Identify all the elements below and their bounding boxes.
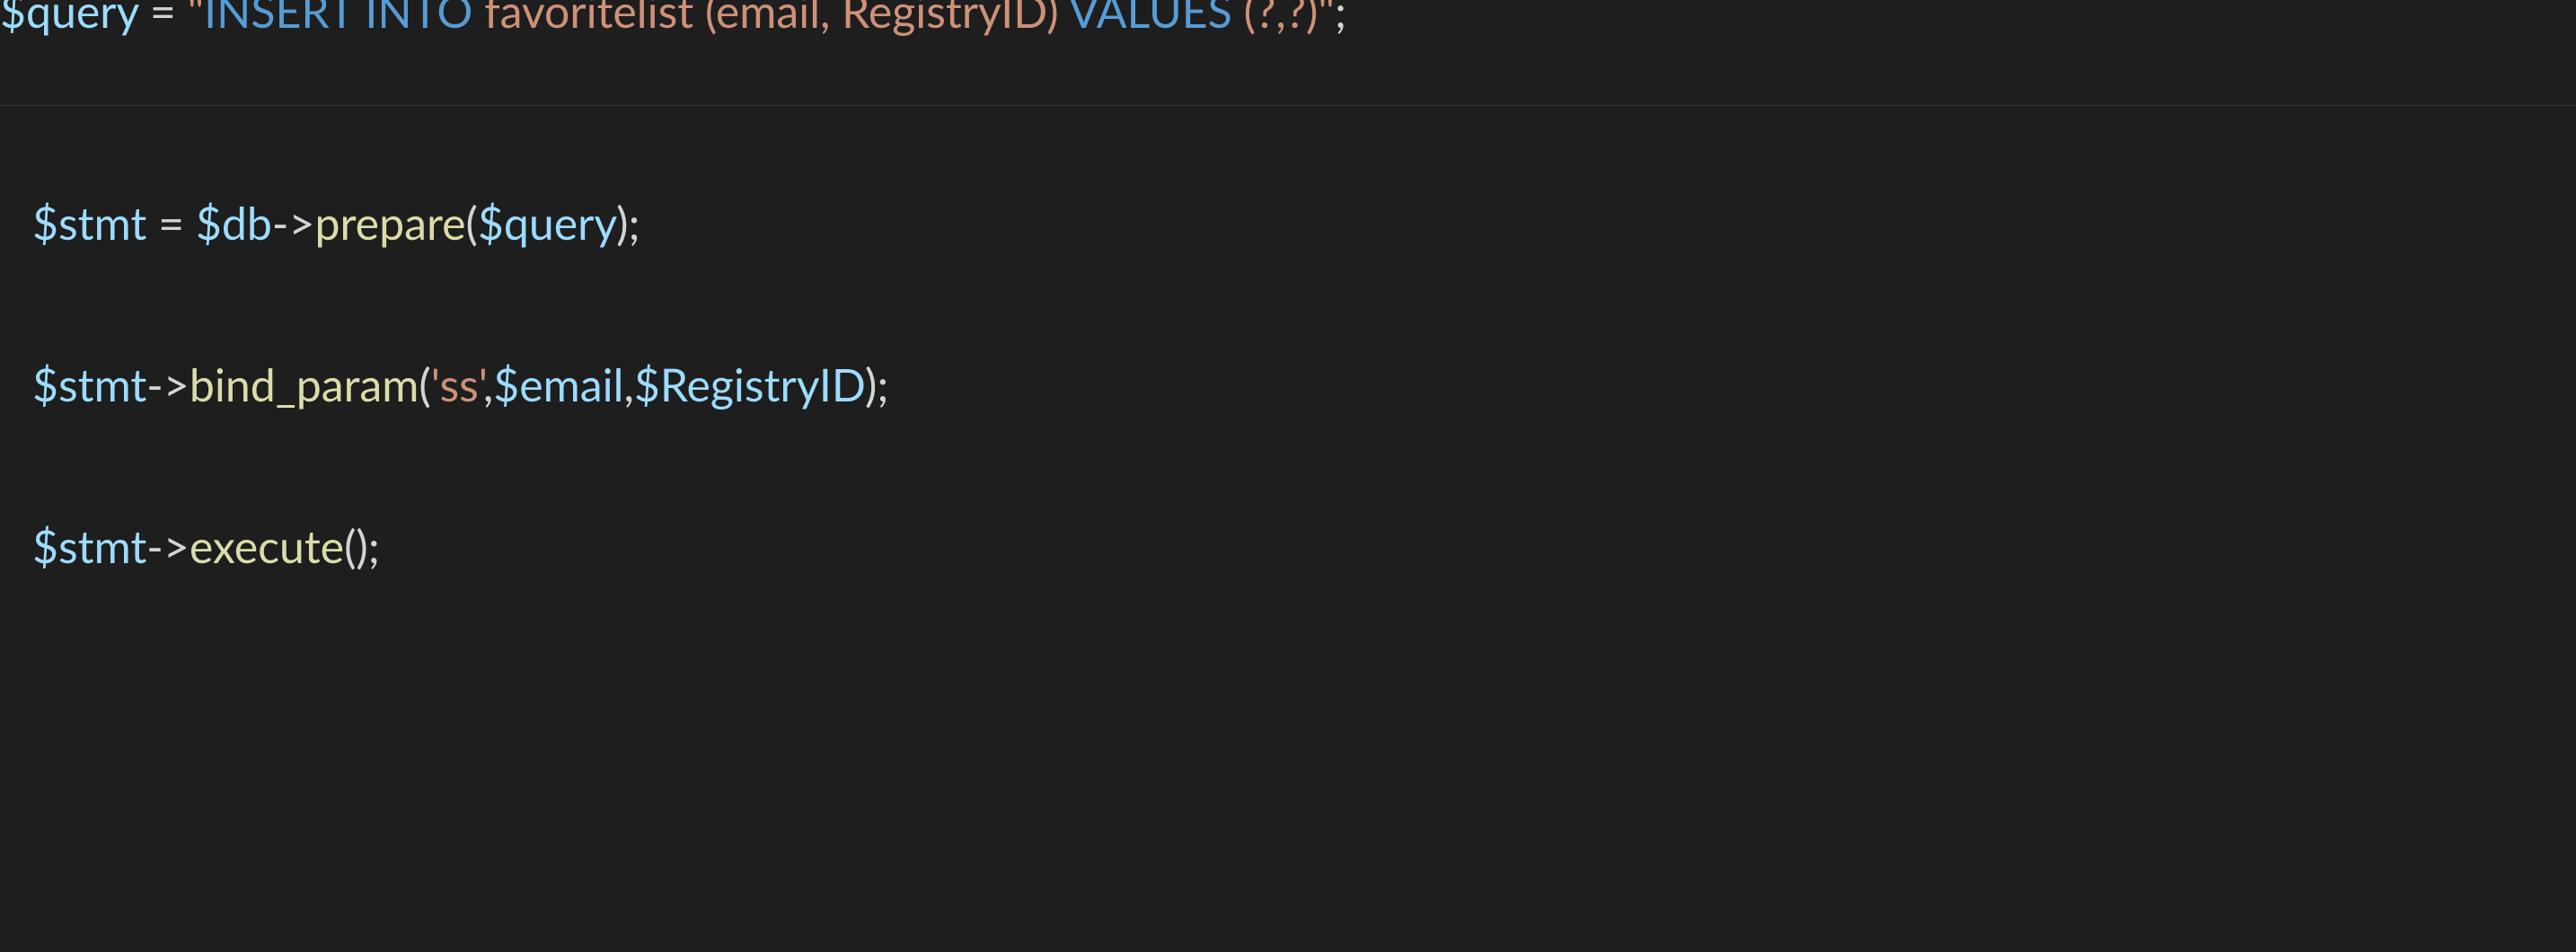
string-ss: 'ss'	[431, 357, 483, 411]
variable-query: $query	[0, 0, 138, 38]
paren-close: )	[356, 519, 367, 573]
semicolon: ;	[1335, 0, 1346, 38]
variable-email: $email	[493, 357, 623, 411]
string-open-quote: "	[188, 0, 205, 38]
operator-assign: =	[138, 0, 188, 38]
code-block-top: $query = "INSERT INTO favoritelist (emai…	[0, 0, 2576, 106]
operator-arrow: ->	[272, 196, 315, 250]
operator-arrow: ->	[146, 357, 190, 411]
string-tail: (?,?)	[1232, 0, 1319, 38]
paren-close: )	[616, 196, 628, 250]
paren-open: (	[466, 196, 478, 250]
semicolon: ;	[877, 357, 888, 411]
operator-assign: =	[146, 196, 196, 250]
keyword-insert-into: INSERT INTO	[204, 0, 472, 38]
operator-arrow: ->	[146, 519, 190, 573]
string-close-quote: "	[1318, 0, 1335, 38]
code-line-1: $query = "INSERT INTO favoritelist (emai…	[0, 0, 1346, 38]
variable-query-arg: $query	[478, 196, 616, 250]
variable-db: $db	[196, 196, 272, 250]
semicolon: ;	[628, 196, 640, 250]
paren-close: )	[865, 357, 877, 411]
variable-stmt: $stmt	[32, 196, 146, 250]
semicolon: ;	[368, 519, 380, 573]
variable-stmt: $stmt	[32, 357, 146, 411]
function-bind-param: bind_param	[190, 357, 419, 411]
variable-registry-id: $RegistryID	[634, 357, 865, 411]
code-block-bottom: $stmt = $db->prepare($query); $stmt->bin…	[0, 106, 2576, 573]
paren-open: (	[419, 357, 430, 411]
function-execute: execute	[190, 519, 344, 573]
comma: ,	[623, 357, 633, 411]
keyword-values: VALUES	[1069, 0, 1232, 38]
variable-stmt: $stmt	[32, 519, 146, 573]
function-prepare: prepare	[314, 196, 465, 250]
comma: ,	[483, 357, 493, 411]
paren-open: (	[344, 519, 356, 573]
code-lines-2-4: $stmt = $db->prepare($query); $stmt->bin…	[32, 196, 2576, 573]
string-mid: favoritelist (email, RegistryID)	[472, 0, 1068, 38]
